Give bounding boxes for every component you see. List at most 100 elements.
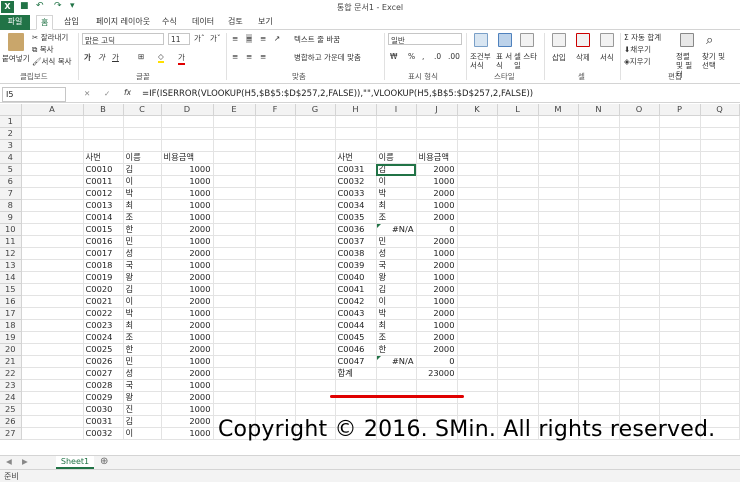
cell[interactable] [457,295,498,309]
cell[interactable]: 비용금액 [161,151,214,165]
cell[interactable] [619,127,660,141]
cell[interactable] [21,367,84,381]
cell[interactable] [659,391,701,405]
cell[interactable] [21,199,84,213]
cell[interactable] [578,187,620,201]
cell[interactable] [295,295,336,309]
row-header[interactable]: 22 [0,367,22,381]
cell[interactable]: 1000 [161,235,214,249]
cell[interactable] [700,223,740,237]
cell[interactable]: C0012 [83,187,124,201]
cell[interactable] [123,139,162,153]
cell[interactable]: C0047 [335,355,377,369]
cell[interactable] [83,127,124,141]
cell[interactable] [497,223,539,237]
cell[interactable] [255,295,296,309]
cell[interactable] [538,295,579,309]
cell[interactable] [578,199,620,213]
cell[interactable]: C0043 [335,307,377,321]
cell[interactable]: 국 [123,379,162,393]
cell[interactable] [21,139,84,153]
cell[interactable] [457,283,498,297]
format-button[interactable]: 서식 [600,52,614,63]
number-format-select[interactable]: 일반 [388,33,462,45]
cell[interactable] [213,115,256,129]
cell[interactable]: 2000 [161,319,214,333]
cell[interactable] [21,187,84,201]
column-header[interactable]: K [457,104,498,117]
cell[interactable] [700,199,740,213]
align-left-icon[interactable]: ≡ [232,52,238,61]
cell[interactable] [619,199,660,213]
cell[interactable] [700,139,740,153]
cell[interactable] [700,307,740,321]
cancel-icon[interactable]: ✕ [84,89,90,98]
cell[interactable] [538,127,579,141]
cell[interactable]: 1000 [161,163,214,177]
align-right-icon[interactable]: ≡ [260,52,266,61]
cell[interactable] [538,331,579,345]
cell[interactable] [700,391,740,405]
increase-decimal-icon[interactable]: .0 [434,52,441,61]
cell[interactable] [457,151,498,165]
cell[interactable] [700,247,740,261]
cell[interactable] [619,367,660,381]
fill-button[interactable]: ⬇채우기 [624,44,651,55]
cell[interactable] [213,259,256,273]
column-header[interactable]: P [659,104,701,117]
cell[interactable] [457,127,498,141]
cell[interactable] [416,403,458,417]
merge-center-button[interactable]: 병합하고 가운데 맞춤 [294,52,361,63]
underline-icon[interactable]: 가 [112,52,119,63]
cell[interactable]: C0025 [83,343,124,357]
cell[interactable]: C0040 [335,271,377,285]
cell[interactable] [255,367,296,381]
cell[interactable] [21,247,84,261]
cell[interactable]: 2000 [416,163,458,177]
cell[interactable] [619,319,660,333]
cell[interactable] [578,235,620,249]
cell[interactable] [497,355,539,369]
cell[interactable]: C0030 [83,403,124,417]
cell[interactable] [295,331,336,345]
cell[interactable]: C0031 [83,415,124,429]
cell[interactable] [213,223,256,237]
cell[interactable]: 1000 [416,175,458,189]
cell[interactable]: 2000 [161,415,214,429]
cell[interactable] [538,259,579,273]
cell[interactable] [659,367,701,381]
cell[interactable] [457,343,498,357]
cell[interactable]: 1000 [161,427,214,441]
cell[interactable] [700,319,740,333]
cell[interactable] [335,139,377,153]
cell[interactable] [700,187,740,201]
cell[interactable] [295,187,336,201]
cell[interactable] [538,211,579,225]
cell[interactable]: C0037 [335,235,377,249]
cell[interactable] [619,379,660,393]
cell[interactable] [578,151,620,165]
row-header[interactable]: 6 [0,175,22,189]
cell[interactable] [21,175,84,189]
cell[interactable]: #N/A [376,355,417,369]
save-icon[interactable]: ■ [20,1,29,11]
cell[interactable] [619,295,660,309]
align-middle-icon[interactable]: ≡ [246,34,253,43]
cell[interactable]: 김 [123,163,162,177]
cell[interactable] [659,259,701,273]
cell[interactable] [21,403,84,417]
cell[interactable] [578,115,620,129]
cell[interactable]: 1000 [161,379,214,393]
cell[interactable]: 왕 [123,391,162,405]
insert-button[interactable]: 삽입 [552,52,566,63]
cell[interactable]: 김 [376,163,417,177]
cell[interactable]: 1000 [416,319,458,333]
cell[interactable] [619,391,660,405]
cell[interactable]: 1000 [161,355,214,369]
cell[interactable]: 2000 [416,331,458,345]
tab-view[interactable]: 보기 [254,15,277,30]
row-header[interactable]: 5 [0,163,22,177]
cell[interactable]: 2000 [161,271,214,285]
cell[interactable] [578,139,620,153]
cell[interactable] [497,259,539,273]
